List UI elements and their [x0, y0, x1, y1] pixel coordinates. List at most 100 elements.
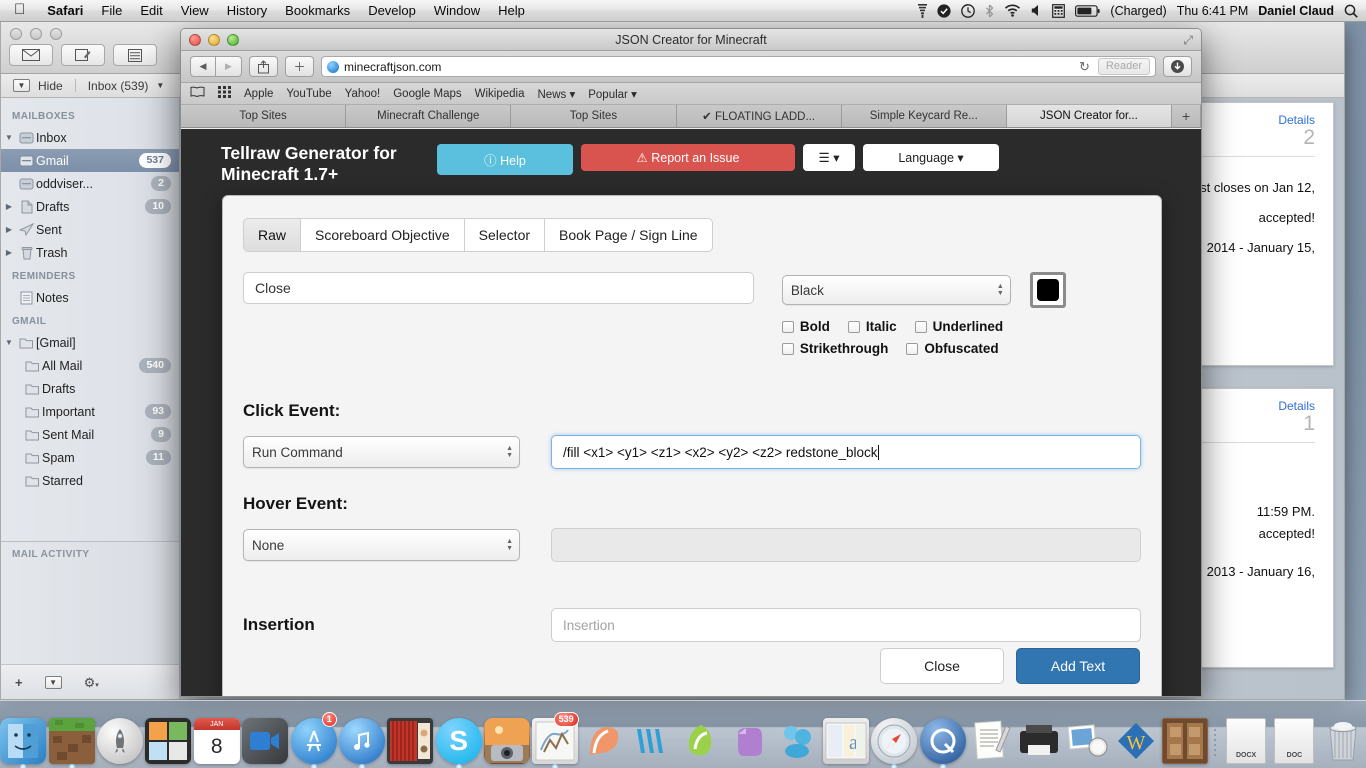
- list-menu-button[interactable]: ☰ ▾: [803, 144, 855, 171]
- tab-simple-keycard[interactable]: Simple Keycard Re...: [841, 105, 1007, 127]
- dock-item-skype[interactable]: S: [435, 714, 482, 768]
- dock-item-textedit[interactable]: [968, 714, 1014, 764]
- bookmark-yahoo[interactable]: Yahoo!: [345, 88, 381, 100]
- wifi-icon[interactable]: [1004, 4, 1021, 17]
- menu-view[interactable]: View: [172, 3, 218, 18]
- tab-raw[interactable]: Raw: [243, 218, 301, 252]
- dock-item-evernote[interactable]: [726, 714, 772, 764]
- mail-sidebar[interactable]: MAILBOXES ▼ Inbox Gmail 537 oddviser...: [1, 98, 180, 699]
- safari-window-controls[interactable]: [189, 34, 239, 46]
- dock-item-facetime[interactable]: [242, 714, 289, 764]
- dropbox-icon[interactable]: [937, 3, 952, 18]
- dock-item-keynote[interactable]: [581, 714, 627, 764]
- checkbox-italic[interactable]: [847, 320, 860, 333]
- disclosure-triangle-icon[interactable]: ▶: [1, 248, 17, 257]
- dock-item-finder[interactable]: [0, 714, 47, 768]
- sidebar-item-sent[interactable]: ▶ Sent: [1, 218, 179, 241]
- address-bar[interactable]: minecraftjson.com ↻ Reader: [321, 56, 1156, 77]
- safari-tab-bar[interactable]: Top Sites Minecraft Challenge Top Sites …: [181, 105, 1201, 128]
- bookmark-apple[interactable]: Apple: [244, 88, 273, 100]
- raw-text-input[interactable]: Close: [243, 272, 754, 304]
- tab-json-creator[interactable]: JSON Creator for...: [1006, 105, 1173, 127]
- tab-minecraft-challenge[interactable]: Minecraft Challenge: [346, 105, 512, 127]
- details-link[interactable]: Details: [1278, 399, 1315, 413]
- macos-dock[interactable]: JAN 8 1 S 539 a W DOCX DOC: [0, 700, 1366, 768]
- menu-edit[interactable]: Edit: [131, 3, 171, 18]
- tab-top-sites-2[interactable]: Top Sites: [511, 105, 677, 127]
- menu-safari[interactable]: Safari: [38, 3, 92, 18]
- bookmark-wikipedia[interactable]: Wikipedia: [475, 88, 525, 100]
- format-checkboxes[interactable]: Bold Italic Underlined Strikethrough Obf…: [781, 319, 1141, 356]
- dock-item-pages[interactable]: [677, 714, 723, 764]
- menu-history[interactable]: History: [218, 3, 276, 18]
- fullscreen-icon[interactable]: ⤢: [1183, 33, 1193, 48]
- close-button[interactable]: [189, 34, 201, 46]
- dock-item-launchpad[interactable]: [96, 714, 143, 764]
- menu-bookmarks[interactable]: Bookmarks: [276, 3, 359, 18]
- share-icon[interactable]: [249, 56, 278, 77]
- stepper-arrows-icon[interactable]: ▲ ▼: [506, 530, 513, 560]
- click-event-value-input[interactable]: /fill <x1> <y1> <z1> <x2> <y2> <z2> reds…: [551, 435, 1141, 469]
- color-swatch-preview[interactable]: [1029, 272, 1066, 308]
- bookmark-popular[interactable]: Popular ▾: [588, 87, 637, 101]
- dock-document-doc[interactable]: DOC: [1271, 714, 1317, 764]
- get-mail-icon[interactable]: [9, 44, 53, 66]
- reader-button[interactable]: Reader: [1097, 58, 1150, 75]
- disclosure-triangle-icon[interactable]: ▼: [1, 133, 17, 142]
- bookmark-news[interactable]: News ▾: [538, 87, 576, 101]
- dock-item-messages[interactable]: [774, 714, 820, 764]
- battery-icon[interactable]: [1075, 4, 1101, 17]
- text-input-icon[interactable]: [918, 3, 928, 18]
- mail-window-controls[interactable]: [10, 28, 62, 40]
- click-event-type-select[interactable]: Run Command ▲ ▼: [243, 436, 520, 468]
- sidebar-item-gmail-root[interactable]: ▼ [Gmail]: [1, 331, 179, 354]
- compose-icon[interactable]: [61, 44, 105, 66]
- apple-logo-icon[interactable]: : [0, 2, 38, 17]
- sidebar-item-all-mail[interactable]: All Mail 540: [1, 354, 179, 377]
- new-tab-icon[interactable]: ＋: [285, 56, 314, 77]
- disclosure-triangle-icon[interactable]: ▶: [1, 225, 17, 234]
- sidebar-item-gmail[interactable]: Gmail 537: [1, 149, 179, 172]
- disclosure-triangle-icon[interactable]: ▶: [1, 202, 17, 211]
- sidebar-item-inbox[interactable]: ▼ Inbox: [1, 126, 179, 149]
- downloads-icon[interactable]: [1163, 56, 1192, 77]
- dock-item-trash[interactable]: [1320, 714, 1366, 764]
- dock-item-numbers[interactable]: [629, 714, 675, 764]
- tab-top-sites-1[interactable]: Top Sites: [181, 105, 347, 127]
- tab-book-page-sign-line[interactable]: Book Page / Sign Line: [544, 218, 713, 252]
- dock-item-calendar[interactable]: JAN 8: [193, 714, 240, 764]
- mail-close-button[interactable]: [10, 28, 22, 40]
- tab-selector[interactable]: Selector: [463, 218, 545, 252]
- time-machine-icon[interactable]: [961, 3, 976, 18]
- spotlight-search-icon[interactable]: [1344, 4, 1358, 18]
- checkbox-obfuscated[interactable]: [906, 342, 919, 355]
- menu-window[interactable]: Window: [425, 3, 489, 18]
- tab-floating-ladder[interactable]: ✔ FLOATING LADD...: [676, 105, 842, 127]
- sidebar-item-starred[interactable]: Starred: [1, 469, 179, 492]
- mailbox-selector-label[interactable]: Inbox (539): [88, 79, 149, 93]
- menu-develop[interactable]: Develop: [359, 3, 425, 18]
- minimize-button[interactable]: [208, 34, 220, 46]
- modal-tab-group[interactable]: Raw Scoreboard Objective Selector Book P…: [243, 218, 1141, 252]
- sidebar-item-notes[interactable]: Notes: [1, 286, 179, 309]
- close-button[interactable]: Close: [880, 648, 1004, 684]
- dock-item-printer[interactable]: [1016, 714, 1062, 764]
- color-select[interactable]: Black ▲ ▼: [781, 275, 1011, 305]
- reload-icon[interactable]: ↻: [1079, 59, 1090, 75]
- actions-icon[interactable]: ▼: [44, 676, 62, 689]
- bookmark-youtube[interactable]: YouTube: [286, 88, 331, 100]
- report-issue-button[interactable]: ⚠ Report an Issue: [581, 144, 795, 171]
- dock-item-wolfram[interactable]: W: [1113, 714, 1159, 764]
- hide-sidebar-icon[interactable]: ▼: [13, 79, 30, 92]
- dock-item-app-store-folder[interactable]: [145, 714, 192, 764]
- dock-item-quicktime[interactable]: [919, 714, 966, 768]
- calculator-icon[interactable]: [1052, 3, 1066, 18]
- macos-menu-bar[interactable]:  Safari File Edit View History Bookmark…: [0, 0, 1366, 22]
- dock-item-minecraft-crate[interactable]: [1161, 714, 1208, 764]
- sidebar-item-oddviser[interactable]: oddviser... 2: [1, 172, 179, 195]
- chevron-down-icon[interactable]: ▼: [156, 81, 164, 90]
- mail-zoom-button[interactable]: [50, 28, 62, 40]
- sidebar-item-sent-mail[interactable]: Sent Mail 9: [1, 423, 179, 446]
- dock-item-safari[interactable]: [871, 714, 918, 768]
- disclosure-triangle-icon[interactable]: ▼: [1, 338, 17, 347]
